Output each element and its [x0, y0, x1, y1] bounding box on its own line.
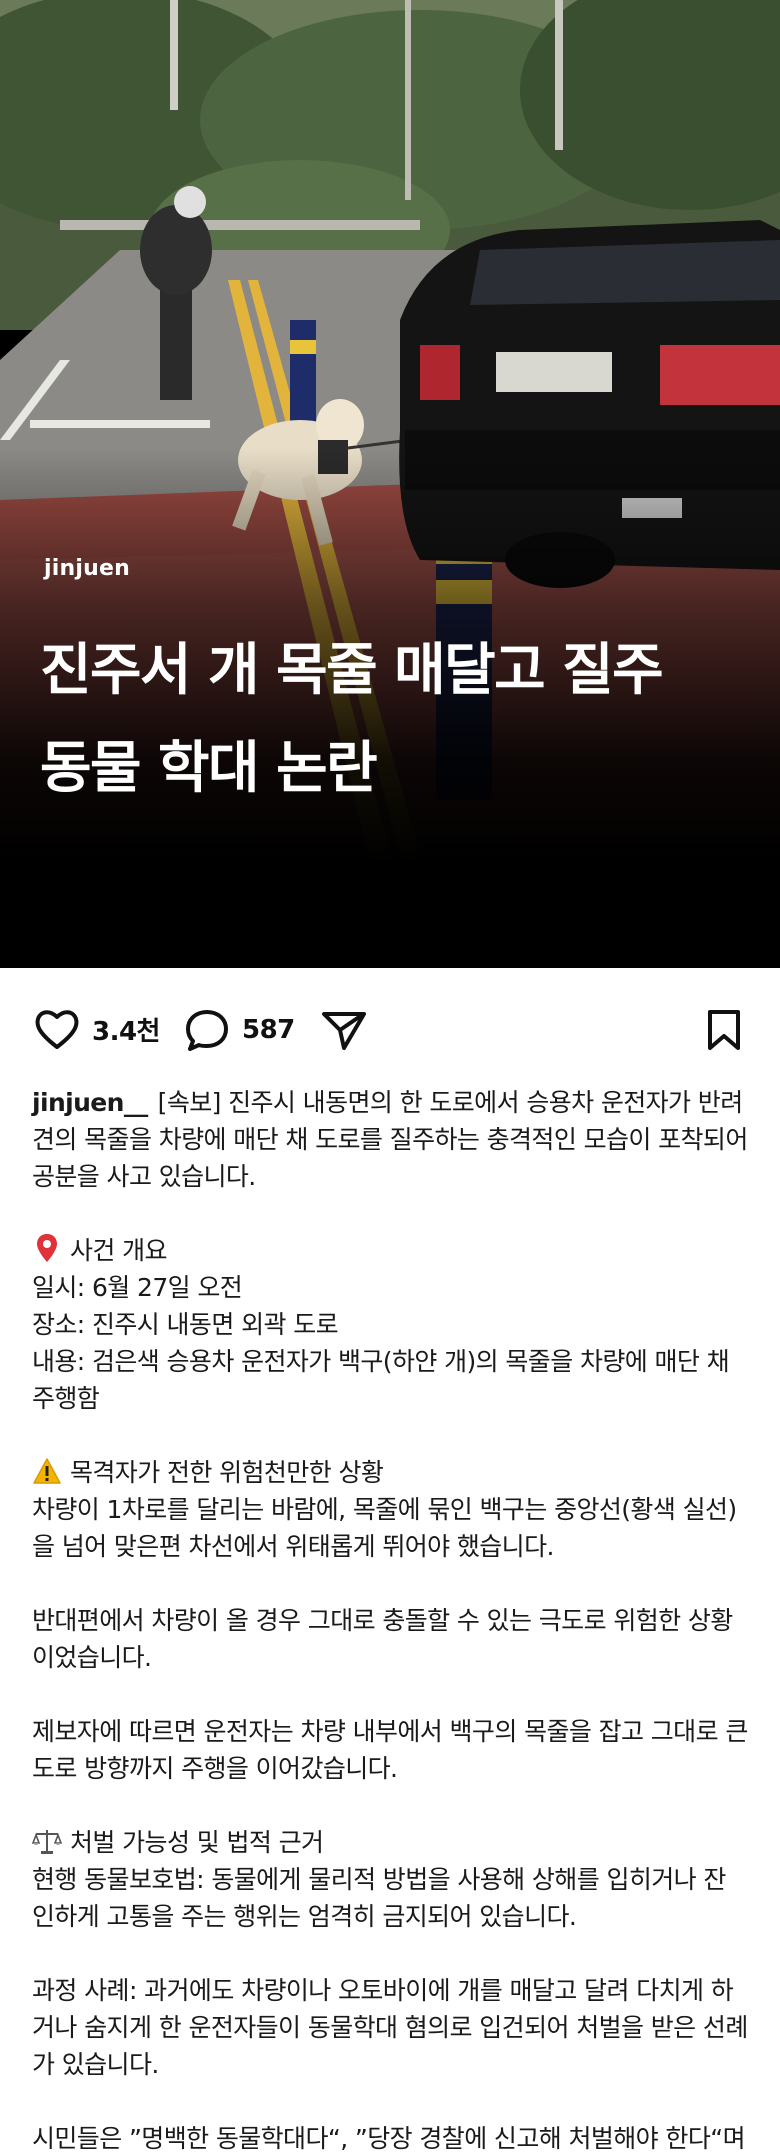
post-username[interactable]: jinjuen__ — [32, 1088, 148, 1117]
bookmark-button[interactable] — [704, 1008, 744, 1056]
witness-paragraph-1: 차량이 1차로를 달리는 바람에, 목줄에 묶인 백구는 중앙선(황색 실선)을… — [32, 1495, 737, 1561]
legal-heading: 처벌 가능성 및 법적 근거 — [31, 1824, 748, 1861]
comment-icon — [186, 1010, 228, 1051]
witness-paragraph-3: 제보자에 따르면 운전자는 차량 내부에서 백구의 목줄을 잡고 그대로 큰 도… — [32, 1717, 748, 1783]
witness-heading: 목격자가 전한 위험천만한 상황 — [32, 1454, 748, 1491]
legal-paragraph-1: 현행 동물보호법: 동물에게 물리적 방법을 사용해 상해를 입히거나 잔인하게… — [32, 1865, 726, 1931]
overview-heading: 사건 개요 — [32, 1232, 748, 1269]
caption-intro: jinjuen__ [속보] 진주시 내동면의 한 도로에서 승용차 운전자가 반… — [32, 1084, 748, 1195]
post-caption: jinjuen__ [속보] 진주시 내동면의 한 도로에서 승용차 운전자가 반… — [0, 1084, 780, 2152]
headline-line-1: 진주서 개 목줄 매달고 질주 — [40, 638, 664, 703]
image-headline: 진주서 개 목줄 매달고 질주 동물 학대 논란 — [40, 622, 760, 818]
like-count: 3.4천 — [92, 1016, 160, 1047]
witness-paragraph-2: 반대편에서 차량이 올 경우 그대로 충돌할 수 있는 극도로 위험한 상황이었… — [32, 1606, 733, 1672]
post-action-bar: 3.4천 587 — [0, 968, 780, 1084]
overview-date: 일시: 6월 27일 오전 — [32, 1273, 243, 1302]
share-button[interactable] — [320, 1008, 368, 1052]
scales-icon — [31, 1824, 63, 1861]
comment-button[interactable]: 587 — [184, 1008, 295, 1052]
legal-paragraph-3: 시민들은 ”명백한 동물학대다“, ”당장 경찰에 신고해 처벌해야 한다“며 … — [32, 2124, 746, 2152]
comment-count: 587 — [242, 1015, 295, 1045]
image-watermark: jinjuen — [44, 556, 130, 581]
headline-line-2: 동물 학대 논란 — [40, 736, 378, 801]
legal-paragraph-2: 과정 사례: 과거에도 차량이나 오토바이에 개를 매달고 달려 다치게 하거나… — [32, 1976, 748, 2079]
post-image[interactable]: jinjuen 진주서 개 목줄 매달고 질주 동물 학대 논란 — [0, 0, 780, 968]
pin-icon — [32, 1232, 62, 1269]
overview-location: 장소: 진주시 내동면 외곽 도로 — [32, 1310, 339, 1339]
send-icon — [322, 1012, 366, 1050]
warning-icon — [32, 1454, 62, 1491]
like-button[interactable]: 3.4천 — [34, 1008, 160, 1050]
heart-icon — [35, 1010, 79, 1049]
overview-content: 내용: 검은색 승용차 운전자가 백구(하얀 개)의 목줄을 차량에 매단 채 … — [32, 1347, 730, 1413]
bookmark-icon — [708, 1010, 740, 1050]
